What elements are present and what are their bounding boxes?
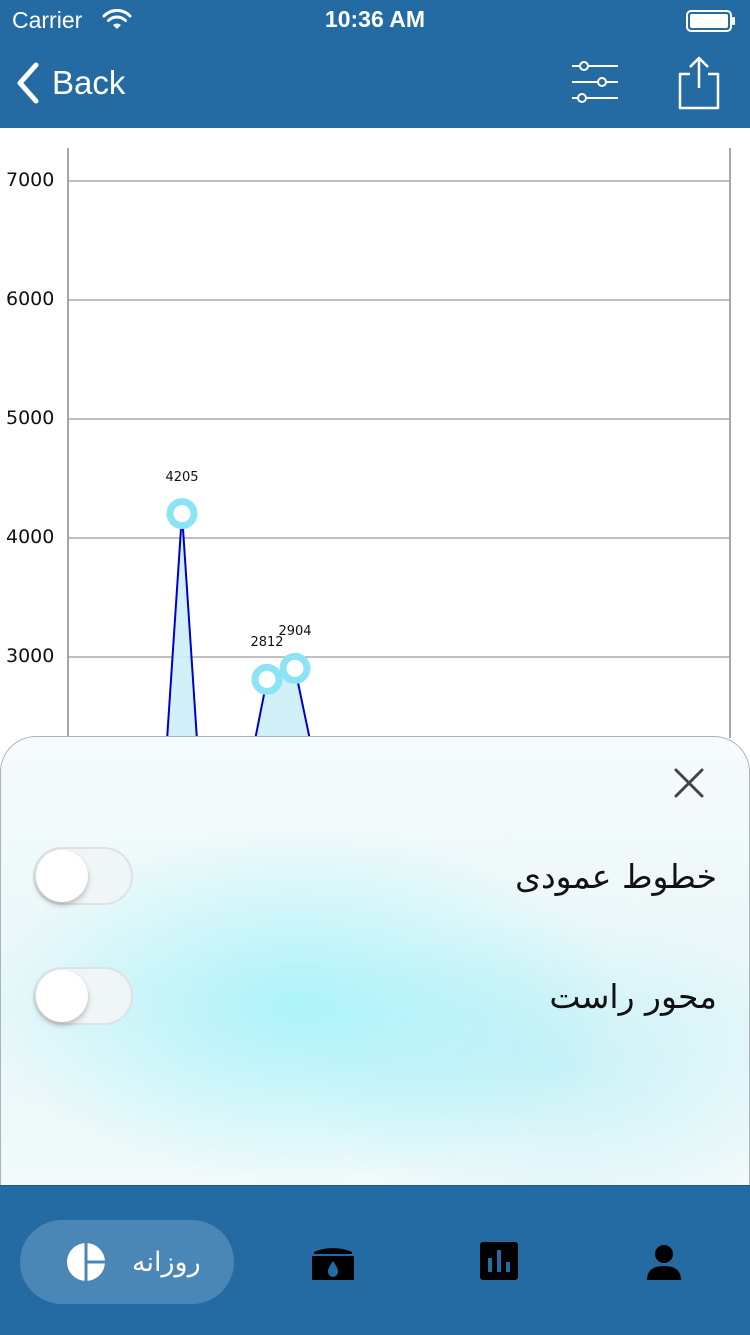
data-value-label: 2904 <box>278 624 312 640</box>
bar-chart-icon[interactable] <box>480 1242 518 1280</box>
data-point-marker <box>279 652 311 684</box>
navigation-bar: Back <box>0 40 750 128</box>
tab-daily[interactable]: روزانه <box>20 1220 234 1304</box>
y-tick-label: 4000 <box>6 526 55 548</box>
data-point-marker <box>166 498 198 530</box>
data-value-label: 4205 <box>165 469 199 485</box>
back-label: Back <box>52 64 126 101</box>
water-tank-icon[interactable] <box>310 1242 356 1282</box>
series-area-fill <box>167 513 197 738</box>
pie-chart-icon <box>67 1243 105 1281</box>
status-time: 10:36 AM <box>324 6 426 32</box>
chart-settings-sheet: خطوط عمودی محور راست <box>0 736 750 1185</box>
chart-canvas <box>67 148 731 738</box>
bottom-tab-bar: روزانه <box>0 1185 750 1335</box>
tab-daily-label: روزانه <box>132 1246 201 1278</box>
sliders-icon[interactable] <box>568 58 622 108</box>
share-icon[interactable] <box>676 54 722 112</box>
y-tick-label: 6000 <box>6 288 55 310</box>
top-bar: Carrier 10:36 AM Back <box>0 0 750 128</box>
vertical-lines-toggle[interactable] <box>33 847 133 905</box>
setting-label-vertical-lines: خطوط عمودی <box>515 857 717 896</box>
setting-row-vertical-lines: خطوط عمودی <box>1 845 749 915</box>
line-chart: 7000 6000 5000 4000 3000 4205 2812 2904 <box>0 128 750 738</box>
toggle-knob <box>36 970 88 1022</box>
back-button[interactable]: Back <box>14 60 125 106</box>
user-icon[interactable] <box>646 1244 682 1280</box>
toggle-knob <box>36 850 88 902</box>
battery-icon <box>686 10 735 32</box>
y-tick-label: 7000 <box>6 169 55 191</box>
y-tick-label: 5000 <box>6 407 55 429</box>
data-point-marker <box>251 663 283 695</box>
status-bar: Carrier 10:36 AM <box>0 0 750 40</box>
chevron-left-icon <box>17 62 39 104</box>
setting-label-right-axis: محور راست <box>549 977 717 1016</box>
right-axis-toggle[interactable] <box>33 967 133 1025</box>
y-tick-label: 3000 <box>6 645 55 667</box>
setting-row-right-axis: محور راست <box>1 965 749 1035</box>
close-icon[interactable] <box>671 765 707 801</box>
